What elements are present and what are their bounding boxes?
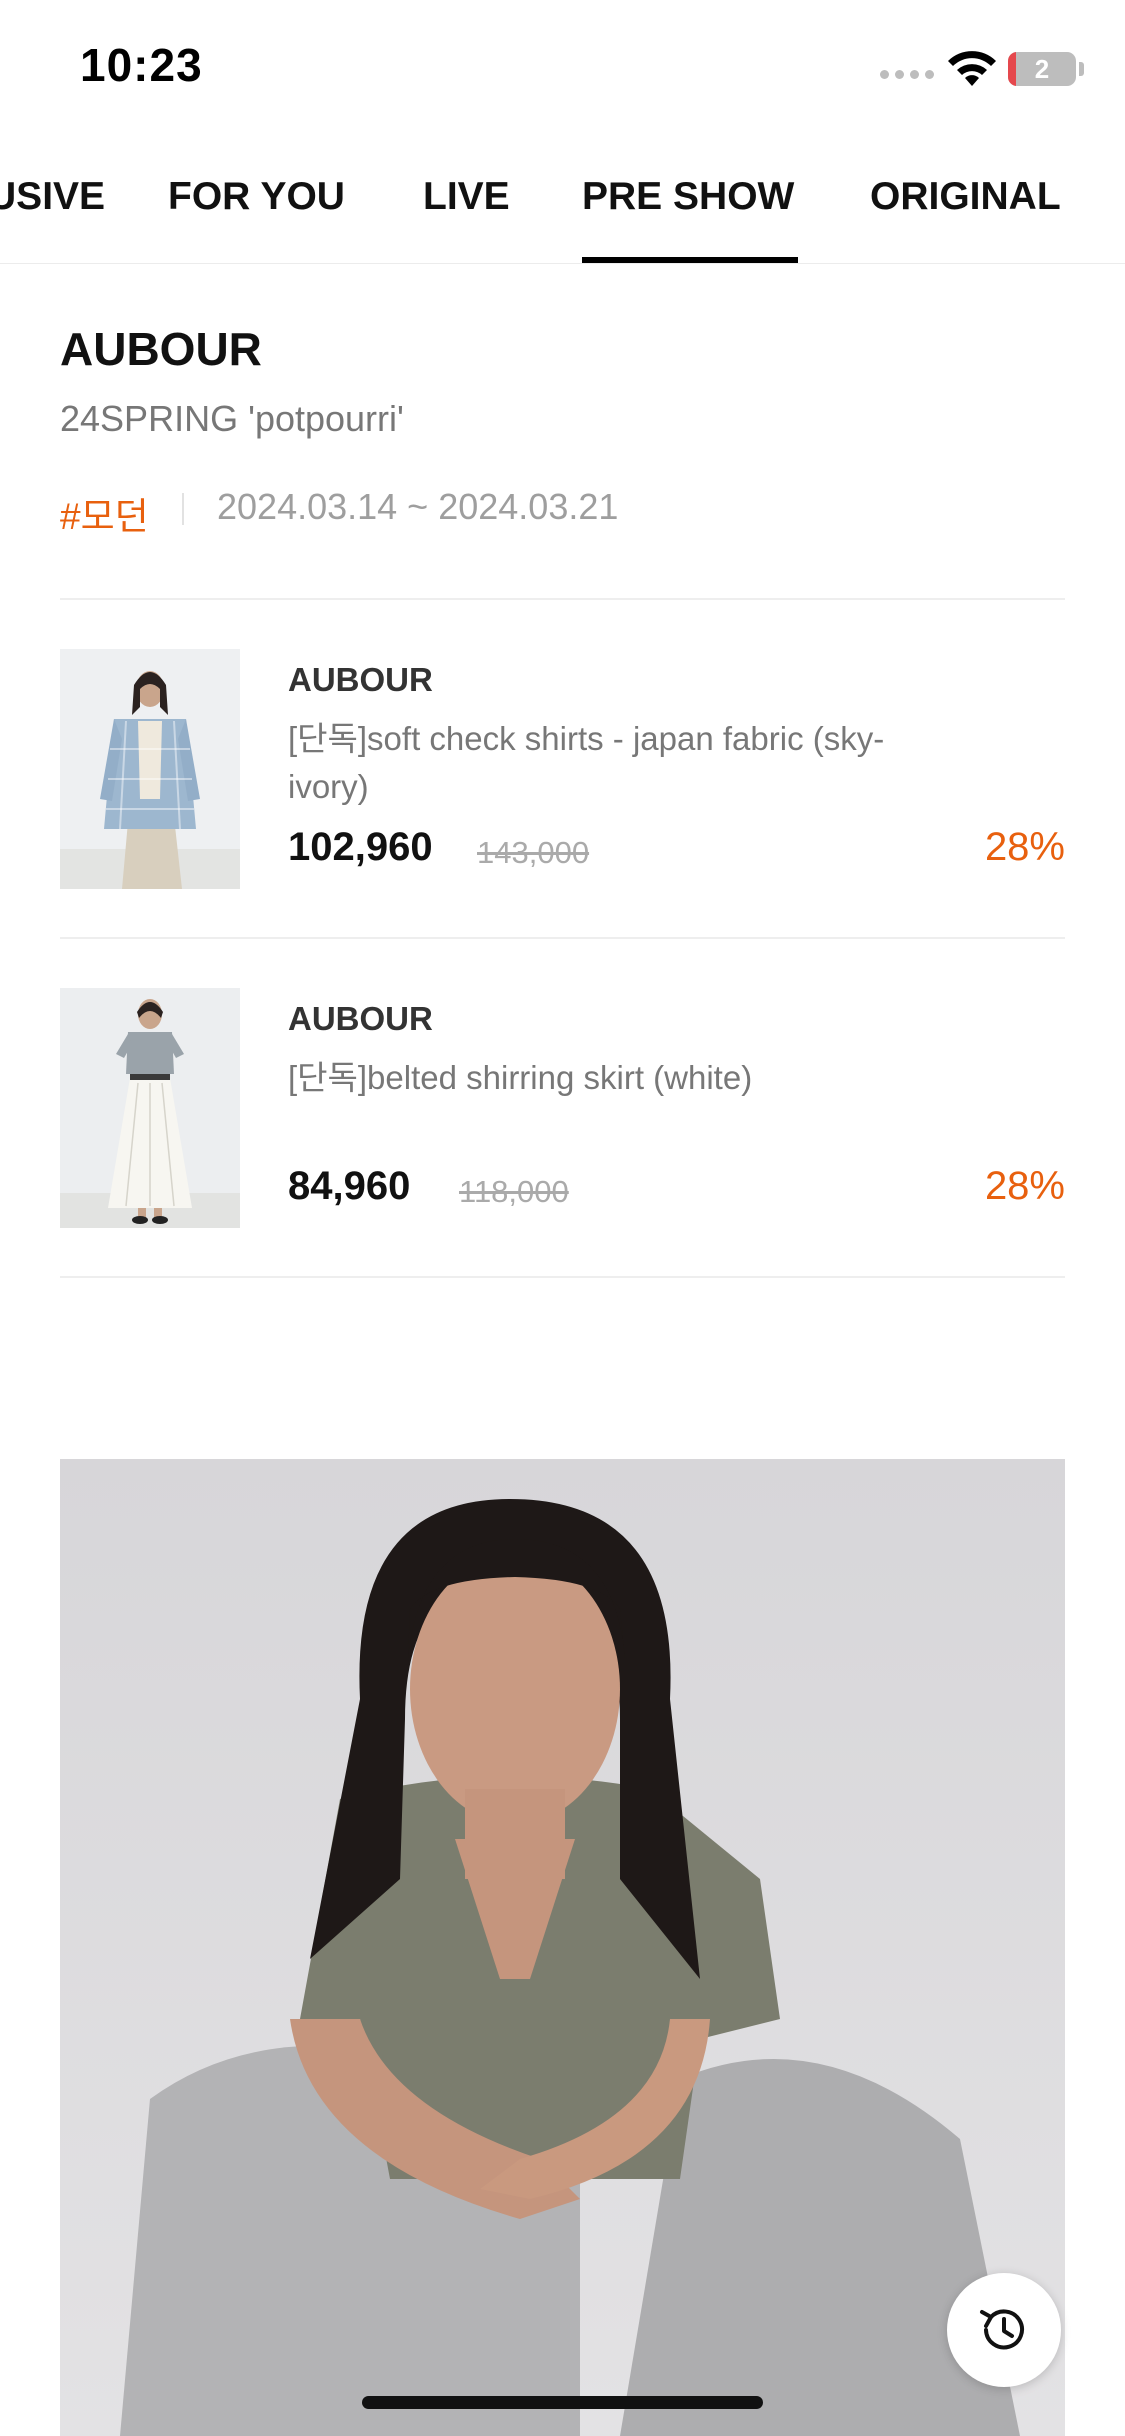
category-tabs: EXCLUSIVE FOR YOU LIVE PRE SHOW ORIGINAL [0,135,1125,264]
wifi-icon [948,51,996,86]
product-item[interactable]: AUBOUR [단독]belted shirring skirt (white)… [60,988,1065,1228]
product-brand: AUBOUR [288,661,433,698]
battery-icon: 2 [1008,52,1076,86]
tab-for-you[interactable]: FOR YOU [168,175,345,219]
product-item[interactable]: AUBOUR [단독]soft check shirts - japan fab… [60,649,1065,889]
product-name[interactable]: [단독]belted shirring skirt (white) [288,1054,908,1102]
battery-label: 2 [1034,54,1050,84]
history-button[interactable] [947,2273,1061,2387]
divider [60,598,1065,600]
hero-image[interactable] [60,1459,1065,2436]
status-time: 10:23 [80,39,203,91]
tab-exclusive[interactable]: EXCLUSIVE [0,175,105,219]
divider [60,937,1065,939]
status-bar: 10:23 2 [0,0,1125,135]
tab-live[interactable]: LIVE [423,175,510,219]
tab-pre-show[interactable]: PRE SHOW [582,175,794,219]
tab-original[interactable]: ORIGINAL [870,175,1061,219]
show-collection: 24SPRING 'potpourri' [60,398,404,439]
show-date-range: 2024.03.14 ~ 2024.03.21 [217,486,619,527]
product-price: 102,960 [288,825,433,869]
product-original-price: 118,000 [459,1174,569,1209]
signal-dots-icon [880,70,934,79]
divider [60,1276,1065,1278]
home-indicator [362,2396,763,2409]
show-brand-title: AUBOUR [60,323,262,375]
meta-divider [182,493,184,525]
product-thumbnail[interactable] [60,988,240,1228]
product-original-price: 143,000 [477,835,590,870]
active-tab-indicator [582,257,798,263]
product-discount: 28% [984,1164,1065,1208]
product-brand: AUBOUR [288,1000,433,1037]
history-icon [980,2309,1024,2350]
product-discount: 28% [984,825,1065,869]
product-name[interactable]: [단독]soft check shirts - japan fabric (sk… [288,715,908,811]
show-hashtag[interactable]: #모던 [60,486,149,540]
product-thumbnail[interactable] [60,649,240,889]
product-price: 84,960 [288,1164,411,1208]
battery-tip [1079,62,1084,76]
